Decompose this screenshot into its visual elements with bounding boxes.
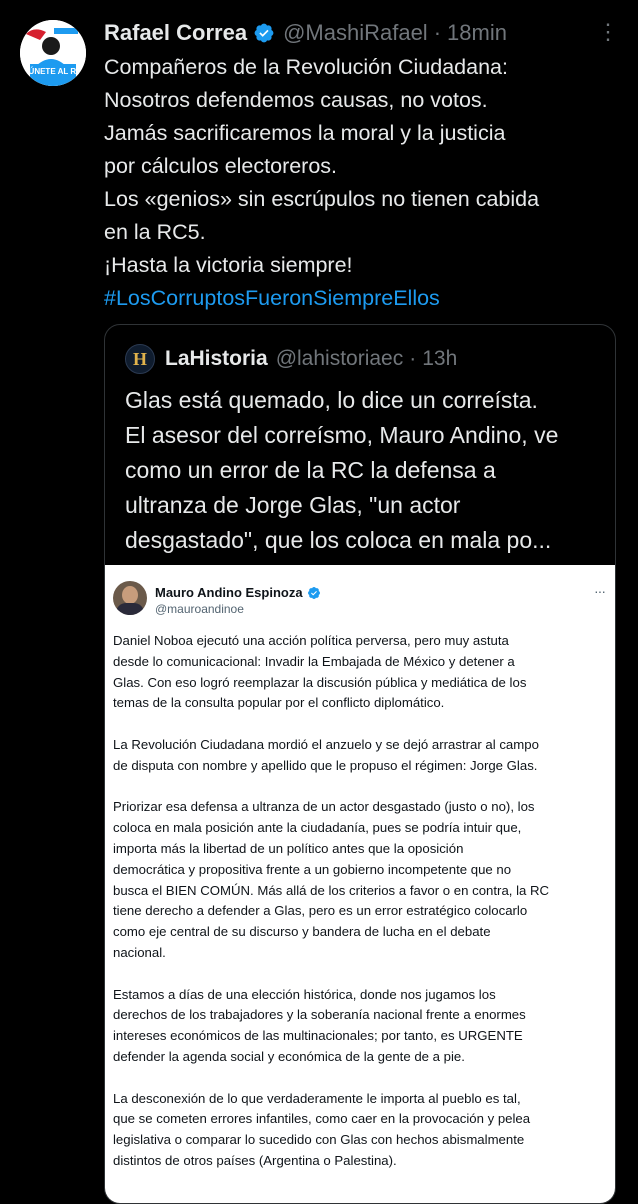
screenshot-author-name-row: Mauro Andino Espinoza (155, 585, 321, 600)
quoted-text-line: desgastado", que los coloca en mala po..… (125, 527, 552, 553)
screenshot-text-line: busca el BIEN COMÚN. Más allá de los cri… (113, 882, 550, 898)
tweet-text-line: Compañeros de la Revolución Ciudadana: (104, 55, 508, 79)
screenshot-text-line: Priorizar esa defensa a ultranza de un a… (113, 799, 535, 815)
timestamp[interactable]: 18min (447, 20, 507, 46)
screenshot-text-line: temas de la consulta popular por el conf… (113, 695, 445, 711)
screenshot-text-line: Glas. Con eso logró reemplazar la discus… (113, 674, 527, 690)
screenshot-text-line: legislativa o comparar lo sucedido con G… (113, 1132, 525, 1148)
quoted-timestamp[interactable]: 13h (422, 347, 457, 371)
screenshot-author-avatar (113, 581, 147, 615)
screenshot-more-icon: ··· (594, 583, 606, 599)
hashtag-link[interactable]: #LosCorruptosFueronSiempreEllos (104, 282, 624, 315)
screenshot-text-line: nacional. (113, 944, 166, 960)
quoted-author-name[interactable]: LaHistoria (165, 347, 268, 371)
tweet-text-line: en la RC5. (104, 220, 206, 244)
more-options-icon[interactable]: ⋮ (597, 21, 619, 43)
author-name[interactable]: Rafael Correa (104, 20, 247, 46)
tweet-text-line: por cálculos electoreros. (104, 154, 338, 178)
tweet[interactable]: #ÚNETE AL RC Rafael Correa @MashiRafael … (0, 0, 638, 1204)
verified-badge-icon (307, 586, 320, 599)
screenshot-text-line: coloca en mala posición ante la ciudadan… (113, 820, 522, 836)
screenshot-text-line: defender la agenda social y económica de… (113, 1048, 465, 1064)
screenshot-text-line: Daniel Noboa ejecutó una acción política… (113, 633, 509, 648)
avatar-image (20, 20, 86, 86)
screenshot-text-line: intereses económicos de las multinaciona… (113, 1028, 523, 1044)
verified-badge-icon (254, 23, 274, 43)
quoted-text-line: Glas está quemado, lo dice un correísta. (125, 387, 538, 413)
screenshot-text-line: que se cometen errores infantiles, como … (113, 1111, 531, 1127)
screenshot-text: Daniel Noboa ejecutó una acción política… (113, 631, 608, 1172)
quoted-author-handle[interactable]: @lahistoriaec (276, 347, 404, 371)
screenshot-text-line: democrática y propositiva frente a un go… (113, 861, 512, 877)
screenshot-text-line: tiene derecho a defender a Glas, pero es… (113, 903, 528, 919)
quoted-tweet-text: Glas está quemado, lo dice un correísta.… (125, 383, 605, 558)
screenshot-text-line: de disputa con nombre y apellido que le … (113, 757, 538, 773)
separator-dot: · (433, 20, 442, 45)
separator-dot: · (409, 347, 417, 370)
screenshot-text-line: desde lo comunicacional: Invadir la Emba… (113, 653, 515, 669)
author-handle[interactable]: @MashiRafael (283, 20, 428, 46)
quoted-text-line: El asesor del correísmo, Mauro Andino, v… (125, 422, 559, 448)
tweet-text-line: ¡Hasta la victoria siempre! (104, 253, 353, 277)
quoted-avatar-letter: H (132, 348, 147, 369)
quoted-text-line: ultranza de Jorge Glas, "un actor (125, 492, 461, 518)
screenshot-text-line: La desconexión de lo que verdaderamente … (113, 1090, 521, 1106)
screenshot-author-name: Mauro Andino Espinoza (155, 585, 303, 600)
author-avatar[interactable]: #ÚNETE AL RC (20, 20, 86, 86)
attached-screenshot-image[interactable]: Mauro Andino Espinoza @mauroandinoe ··· … (105, 565, 615, 1203)
screenshot-text-line: importa más la libertad de un político a… (113, 840, 464, 856)
quoted-tweet[interactable]: H LaHistoria @lahistoriaec · 13h Glas es… (104, 324, 616, 1204)
screenshot-text-line: Estamos a días de una elección histórica… (113, 986, 496, 1002)
screenshot-author-handle: @mauroandinoe (155, 602, 244, 616)
tweet-text-line: Los «genios» sin escrúpulos no tienen ca… (104, 187, 540, 211)
screenshot-text-line: derechos de los trabajadores y la sobera… (113, 1007, 526, 1023)
tweet-text-line: Jamás sacrificaremos la moral y la justi… (104, 121, 506, 145)
tweet-text: Compañeros de la Revolución Ciudadana: N… (104, 51, 624, 315)
tweet-text-line: Nosotros defendemos causas, no votos. (104, 88, 488, 112)
quoted-tweet-header: H LaHistoria @lahistoriaec · 13h (125, 343, 457, 375)
tweet-header: Rafael Correa @MashiRafael · 18min (104, 18, 618, 48)
quoted-author-avatar[interactable]: H (125, 344, 155, 374)
screenshot-text-line: como eje central de su discurso y bander… (113, 924, 491, 940)
avatar-caption: #ÚNETE AL RC (24, 67, 82, 76)
screenshot-text-line: distintos de otros países (Argentina o P… (113, 1152, 397, 1168)
screenshot-text-line: La Revolución Ciudadana mordió el anzuel… (113, 736, 539, 752)
quoted-text-line: como un error de la RC la defensa a (125, 457, 496, 483)
